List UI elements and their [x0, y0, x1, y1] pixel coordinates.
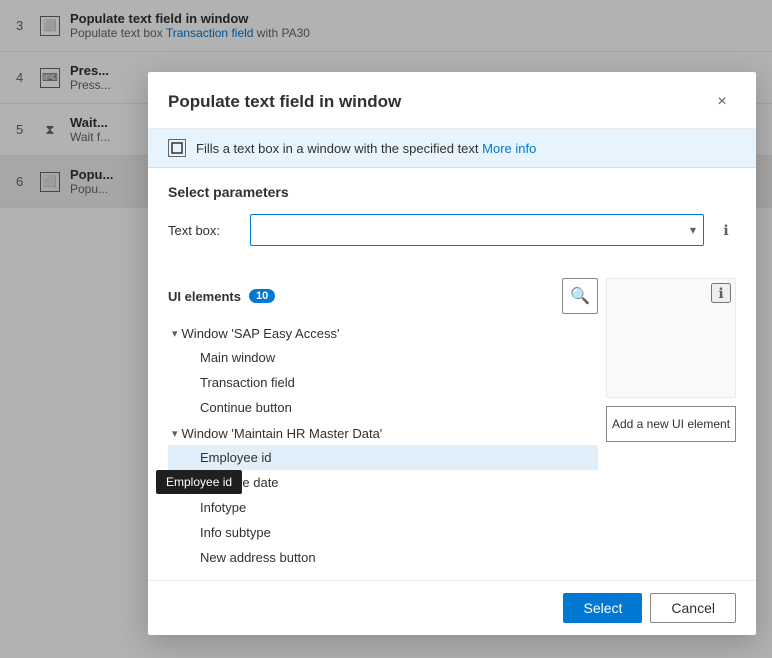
- textbox-dropdown[interactable]: [250, 214, 704, 246]
- textbox-label: Text box:: [168, 223, 238, 238]
- modal-title: Populate text field in window: [168, 92, 401, 112]
- section-title: Select parameters: [168, 184, 736, 200]
- tree-group-sap-easy-access: ▾ Window 'SAP Easy Access' Main window T…: [168, 322, 598, 420]
- checkbox-icon: [168, 139, 186, 157]
- ui-elements-tree: ▾ Window 'SAP Easy Access' Main window T…: [168, 322, 598, 570]
- tree-item-new-address-button[interactable]: New address button: [168, 545, 598, 570]
- tree-group-label-sap: Window 'SAP Easy Access': [182, 326, 340, 341]
- tree-item-continue-button[interactable]: Continue button: [168, 395, 598, 420]
- ui-elements-left-panel: UI elements 10 🔍 ▾ Window 'SAP Easy Acce…: [168, 278, 598, 572]
- info-banner: Fills a text box in a window with the sp…: [148, 129, 756, 168]
- modal-header: Populate text field in window ×: [148, 72, 756, 129]
- tree-group-header-sap[interactable]: ▾ Window 'SAP Easy Access': [168, 322, 598, 345]
- select-button[interactable]: Select: [563, 593, 642, 623]
- ui-elements-label: UI elements: [168, 289, 241, 304]
- cancel-button[interactable]: Cancel: [650, 593, 736, 623]
- tree-group-label-hr: Window 'Maintain HR Master Data': [182, 426, 383, 441]
- chevron-down-icon-hr: ▾: [172, 427, 178, 440]
- textbox-field-row: Text box: ▾ ℹ: [168, 214, 736, 246]
- search-button[interactable]: 🔍: [562, 278, 598, 314]
- chevron-down-icon-sap: ▾: [172, 327, 178, 340]
- add-new-ui-element-button[interactable]: Add a new UI element: [606, 406, 736, 442]
- tree-item-info-subtype[interactable]: Info subtype: [168, 520, 598, 545]
- textbox-info-icon-button[interactable]: ℹ: [716, 220, 736, 240]
- ui-elements-count-badge: 10: [249, 289, 275, 303]
- right-preview-panel: ℹ: [606, 278, 736, 398]
- tree-item-transaction-field[interactable]: Transaction field: [168, 370, 598, 395]
- more-info-link[interactable]: More info: [482, 141, 536, 156]
- tree-item-employee-id[interactable]: Employee id: [168, 445, 598, 470]
- ui-elements-right-panel: ℹ Add a new UI element: [606, 278, 736, 442]
- tree-item-effective-date[interactable]: Effective date: [168, 470, 598, 495]
- tree-group-maintain-hr: ▾ Window 'Maintain HR Master Data' Emplo…: [168, 422, 598, 570]
- right-info-icon-button[interactable]: ℹ: [711, 283, 731, 303]
- ui-elements-section: UI elements 10 🔍 ▾ Window 'SAP Easy Acce…: [148, 278, 756, 580]
- tree-item-main-window[interactable]: Main window: [168, 345, 598, 370]
- ui-elements-header: UI elements 10 🔍: [168, 278, 598, 314]
- tree-group-header-hr[interactable]: ▾ Window 'Maintain HR Master Data': [168, 422, 598, 445]
- modal-dialog: Populate text field in window × Fills a …: [148, 72, 756, 635]
- modal-close-button[interactable]: ×: [708, 88, 736, 116]
- search-icon: 🔍: [570, 286, 590, 306]
- modal-footer: Select Cancel: [148, 580, 756, 635]
- modal-body: Select parameters Text box: ▾ ℹ: [148, 168, 756, 278]
- tree-item-infotype[interactable]: Infotype: [168, 495, 598, 520]
- info-banner-text: Fills a text box in a window with the sp…: [196, 141, 536, 156]
- textbox-select-wrapper: ▾: [250, 214, 704, 246]
